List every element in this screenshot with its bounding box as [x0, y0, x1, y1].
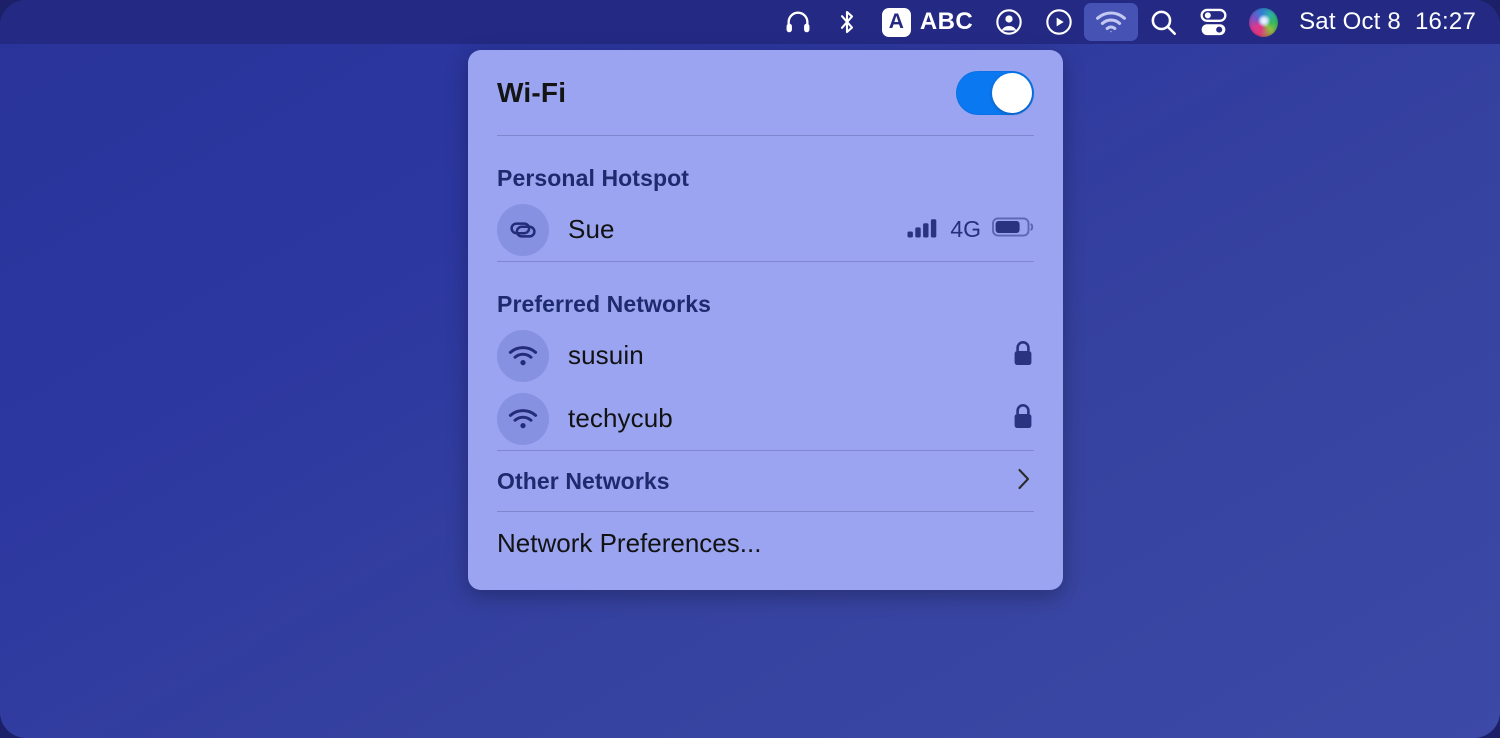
menu-bar: A ABC Sat Oct 8 16:27	[0, 0, 1500, 44]
network-ssid: techycub	[568, 403, 673, 433]
other-networks-row[interactable]: Other Networks	[497, 451, 1034, 511]
bluetooth-icon[interactable]	[823, 3, 871, 41]
network-row-left: susuin	[497, 329, 644, 382]
now-playing-icon[interactable]	[1034, 3, 1084, 41]
preferred-networks-heading: Preferred Networks	[497, 262, 1034, 324]
clock-date: Sat Oct 8	[1299, 8, 1401, 35]
hotspot-row-sue[interactable]: Sue 4G	[497, 198, 1034, 261]
battery-icon	[992, 216, 1034, 243]
wifi-signal-icon	[497, 392, 549, 445]
siri-icon[interactable]	[1238, 3, 1289, 41]
preferred-networks-label: Preferred Networks	[497, 291, 711, 317]
menu-bar-clock[interactable]: Sat Oct 8 16:27	[1289, 8, 1482, 36]
personal-hotspot-heading: Personal Hotspot	[497, 136, 1034, 198]
wifi-header-row: Wi-Fi	[497, 50, 1034, 135]
wifi-icon[interactable]	[1084, 3, 1139, 41]
input-source-menu[interactable]: A ABC	[871, 3, 984, 41]
network-row-susuin[interactable]: susuin	[497, 324, 1034, 387]
other-networks-label: Other Networks	[497, 467, 670, 494]
wifi-toggle-switch[interactable]	[956, 70, 1034, 115]
lock-icon	[1012, 403, 1034, 435]
lock-icon	[1012, 340, 1034, 372]
clock-time: 16:27	[1414, 8, 1476, 35]
network-generation-label: 4G	[950, 216, 981, 242]
screen: A ABC Sat Oct 8 16:27 Wi-Fi Personal Hot…	[0, 0, 1500, 738]
hotspot-row-right: 4G	[907, 215, 1034, 244]
wifi-menu-panel: Wi-Fi Personal Hotspot Sue 4G Preferred …	[468, 50, 1063, 590]
input-source-label: ABC	[919, 8, 974, 35]
personal-hotspot-label: Personal Hotspot	[497, 165, 690, 191]
network-row-techycub[interactable]: techycub	[497, 387, 1034, 450]
user-account-icon[interactable]	[984, 3, 1034, 41]
network-row-left: techycub	[497, 392, 673, 445]
chevron-right-icon	[1014, 465, 1034, 498]
headphones-icon[interactable]	[773, 3, 823, 41]
hotspot-link-icon	[497, 203, 549, 256]
wifi-toggle-knob	[992, 72, 1032, 113]
network-ssid: susuin	[568, 340, 644, 370]
control-center-icon[interactable]	[1189, 3, 1238, 41]
wifi-signal-icon	[497, 329, 549, 382]
network-preferences-label: Network Preferences...	[497, 527, 762, 558]
signal-strength-icon	[907, 215, 939, 244]
wifi-title: Wi-Fi	[497, 76, 567, 108]
network-preferences-row[interactable]: Network Preferences...	[497, 512, 1034, 574]
input-source-badge: A	[881, 7, 911, 37]
hotspot-device-name: Sue	[568, 214, 615, 244]
siri-orb	[1249, 7, 1279, 37]
spotlight-search-icon[interactable]	[1138, 3, 1189, 41]
hotspot-row-left: Sue	[497, 203, 615, 256]
